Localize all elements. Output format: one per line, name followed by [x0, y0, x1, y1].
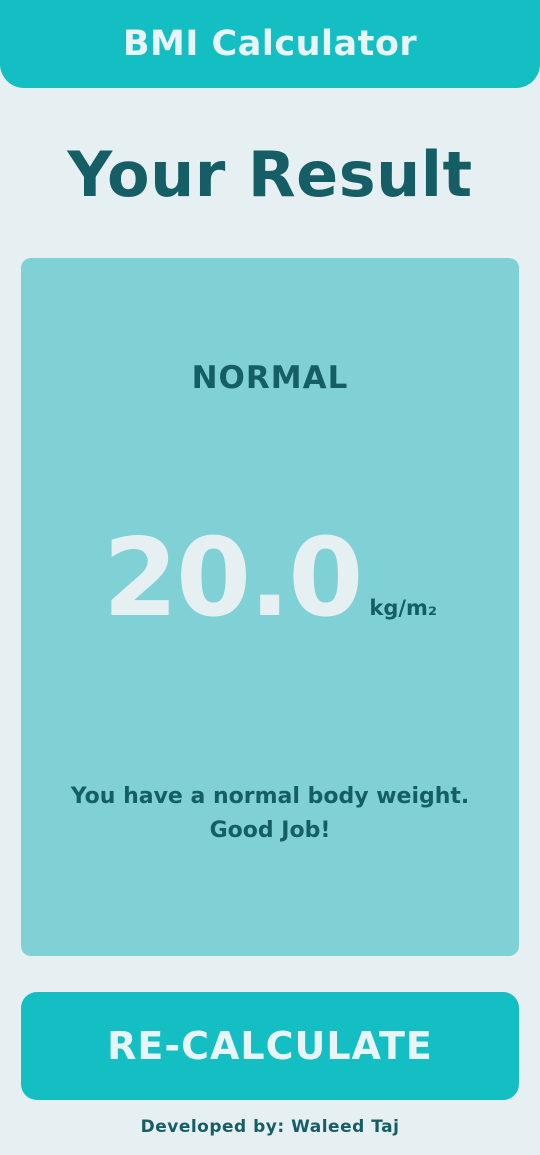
app-title: BMI Calculator	[122, 24, 418, 64]
result-message-line-1: You have a normal body weight.	[70, 784, 470, 809]
app-bar: BMI Calculator	[0, 0, 540, 88]
bmi-category: NORMAL	[191, 360, 349, 396]
result-message-line-2: Good Job!	[209, 818, 331, 843]
recalculate-button[interactable]: RE-CALCULATE	[21, 992, 519, 1100]
developer-credit: Developed by: Waleed Taj	[140, 1117, 400, 1137]
bmi-value: 20.0	[102, 516, 363, 641]
result-message: You have a normal body weight. Good Job!	[21, 780, 519, 848]
bmi-unit: kg/m₂	[369, 596, 438, 620]
recalculate-button-label: RE-CALCULATE	[107, 1024, 433, 1068]
page-title: Your Result	[67, 138, 473, 211]
bmi-readout: 20.0 kg/m₂	[0, 516, 540, 641]
